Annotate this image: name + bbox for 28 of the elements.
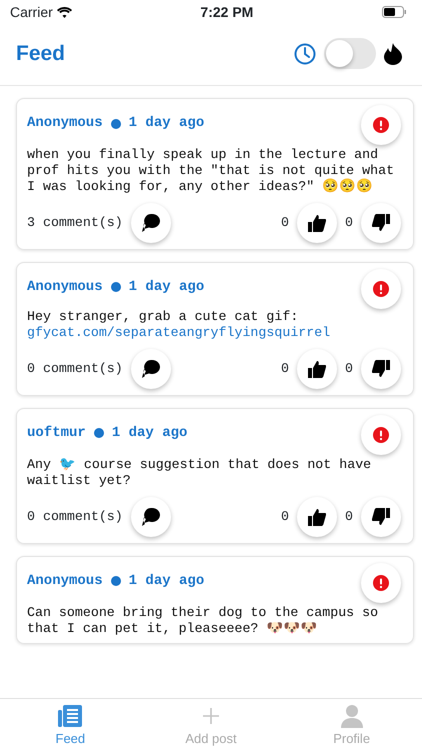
time-label: 7:22 PM (200, 2, 254, 22)
post-time: 1 day ago (128, 572, 204, 591)
tab-item[interactable]: Profile (282, 699, 422, 750)
like-count: 0 (281, 214, 290, 232)
carrier-label: Carrier (10, 2, 53, 22)
page-title: Feed (16, 40, 66, 67)
author-name: uoftmur (27, 424, 86, 443)
comment-count: 0 comment(s) (27, 360, 123, 378)
post-text: Hey stranger, grab a cute cat gif: (27, 308, 298, 324)
author-name: Anonymous (27, 114, 103, 133)
dislike-count: 0 (345, 508, 353, 526)
like-count: 0 (281, 508, 290, 526)
post-time: 1 day ago (128, 278, 204, 297)
post-text: Can someone bring their dog to the campus so that I can pet it, pleaseeee? 🐶🐶🐶 (27, 604, 378, 636)
comment-count: 0 comment(s) (27, 508, 123, 526)
post-text: when you finally speak up in the lecture and prof hits you with the "that is not quite what I was looking for, any other ideas?" 🥺🥺🥺 (27, 147, 394, 194)
author-name: Anonymous (27, 572, 103, 591)
dislike-count: 0 (345, 214, 353, 232)
dislike-count: 0 (345, 360, 353, 378)
post-time: 1 day ago (128, 114, 204, 133)
post-link[interactable]: gfycat.com/separateangryflyingsquirrel (27, 324, 330, 340)
post-text: Any 🐦 course suggestion that does not have waitlist yet? (27, 456, 372, 488)
comment-count: 3 comment(s) (27, 214, 123, 232)
tab-item[interactable]: Add post (141, 699, 281, 750)
author-name: Anonymous (27, 278, 103, 297)
like-count: 0 (281, 360, 290, 378)
post-time: 1 day ago (112, 424, 188, 443)
tab-item[interactable]: Feed (0, 699, 140, 750)
